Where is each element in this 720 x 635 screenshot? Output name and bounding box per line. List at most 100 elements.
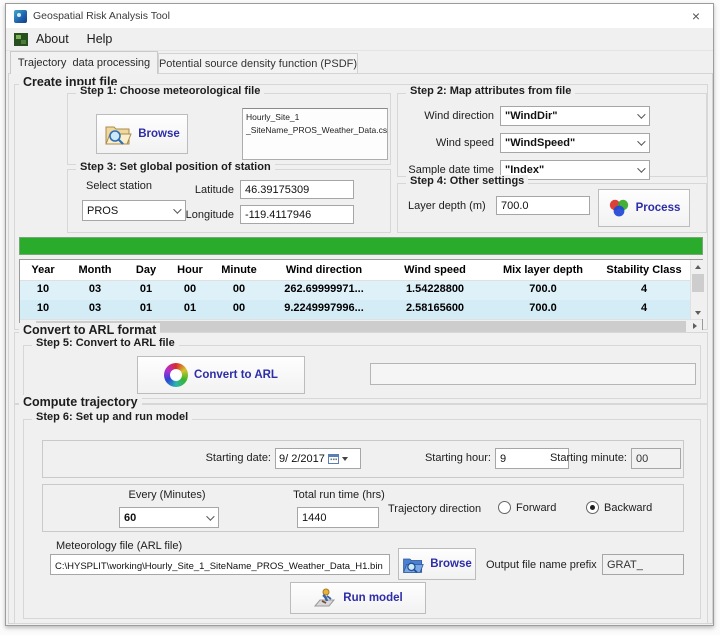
longitude-label: Longitude xyxy=(172,209,234,221)
cell: 03 xyxy=(66,281,124,300)
folder-search-icon xyxy=(104,122,132,146)
calendar-icon xyxy=(328,453,339,464)
run-model-button[interactable]: Run model xyxy=(290,582,426,614)
process-progress-bar xyxy=(19,237,703,255)
every-minutes-combo[interactable]: 60 xyxy=(119,507,219,528)
browse-label: Browse xyxy=(138,128,180,140)
cell: 1.54228800 xyxy=(382,281,488,300)
col-hour: Hour xyxy=(168,260,212,281)
starting-date-label: Starting date: xyxy=(153,452,271,464)
col-stability-class: Stability Class xyxy=(598,260,690,281)
cell: 01 xyxy=(124,281,168,300)
wind-direction-combo[interactable]: "WindDir" xyxy=(500,106,650,126)
tab-strip: Trajectory data processing Potential sou… xyxy=(8,51,711,73)
cell: 2.58165600 xyxy=(382,300,488,319)
browse-arl-button[interactable]: Browse xyxy=(398,548,476,580)
wind-speed-combo[interactable]: "WindSpeed" xyxy=(500,133,650,153)
cell: 01 xyxy=(168,300,212,319)
col-mix-layer-depth: Mix layer depth xyxy=(488,260,598,281)
select-station-label: Select station xyxy=(86,180,152,192)
every-minutes-label: Every (Minutes) xyxy=(101,489,233,501)
latitude-field[interactable] xyxy=(240,180,354,199)
col-wind-speed: Wind speed xyxy=(382,260,488,281)
scroll-up-icon[interactable] xyxy=(691,260,705,273)
vertical-scroll-thumb[interactable] xyxy=(692,274,704,292)
file-line1: Hourly_Site_1 xyxy=(246,111,384,124)
convert-to-arl-button[interactable]: Convert to ARL xyxy=(137,356,305,394)
col-minute: Minute xyxy=(212,260,266,281)
col-day: Day xyxy=(124,260,168,281)
cell: 4 xyxy=(598,300,690,319)
cell: 4 xyxy=(598,281,690,300)
start-time-row: Starting date: 9/ 2/2017 Starting hour: … xyxy=(42,440,684,478)
step6-title: Step 6: Set up and run model xyxy=(32,411,192,423)
starting-minute-label: Starting minute: xyxy=(535,452,627,464)
convert-to-arl-label: Convert to ARL xyxy=(194,369,278,381)
scroll-right-icon[interactable] xyxy=(688,320,702,333)
tab-trajectory-data-processing[interactable]: Trajectory data processing xyxy=(10,51,158,74)
starting-date-value: 9/ 2/2017 xyxy=(279,453,325,465)
cell: 00 xyxy=(212,300,266,319)
close-button[interactable]: × xyxy=(679,4,713,28)
layer-depth-field[interactable] xyxy=(496,196,590,215)
station-combo[interactable]: PROS xyxy=(82,200,186,221)
chevron-down-icon xyxy=(206,512,214,520)
longitude-field[interactable] xyxy=(240,205,354,224)
starting-minute-field[interactable] xyxy=(631,448,681,469)
app-window: Geospatial Risk Analysis Tool × About He… xyxy=(5,3,714,626)
step3-title: Step 3: Set global position of station xyxy=(76,161,275,173)
col-wind-direction: Wind direction xyxy=(266,260,382,281)
window-title: Geospatial Risk Analysis Tool xyxy=(33,10,170,22)
browse-arl-label: Browse xyxy=(430,558,472,570)
menu-help[interactable]: Help xyxy=(85,30,123,48)
output-prefix-field[interactable] xyxy=(602,554,684,575)
chevron-down-icon xyxy=(342,457,348,461)
title-bar: Geospatial Risk Analysis Tool × xyxy=(6,4,713,28)
step6-group: Step 6: Set up and run model Starting da… xyxy=(23,419,701,619)
trajectory-direction-label: Trajectory direction xyxy=(388,503,481,515)
menu-about[interactable]: About xyxy=(34,30,79,48)
step1-group: Step 1: Choose meteorological file Brows… xyxy=(67,93,391,165)
starting-date-picker[interactable]: 9/ 2/2017 xyxy=(275,448,361,469)
met-file-field[interactable] xyxy=(50,554,390,575)
folder-search-icon xyxy=(402,555,424,574)
app-icon xyxy=(14,10,27,23)
radio-backward[interactable]: Backward xyxy=(586,501,652,514)
step1-title: Step 1: Choose meteorological file xyxy=(76,85,264,97)
file-line2: _SiteName_PROS_Weather_Data.csv xyxy=(246,124,384,137)
run-model-label: Run model xyxy=(343,592,402,604)
browse-met-csv-button[interactable]: Browse xyxy=(96,114,188,154)
wind-speed-value: "WindSpeed" xyxy=(505,137,575,149)
wind-direction-value: "WindDir" xyxy=(505,110,558,122)
step5-title: Step 5: Convert to ARL file xyxy=(32,337,179,349)
color-wheel-icon xyxy=(164,363,188,387)
cell: 01 xyxy=(124,300,168,319)
chevron-down-icon xyxy=(637,137,645,145)
col-year: Year xyxy=(20,260,66,281)
step3-group: Step 3: Set global position of station S… xyxy=(67,169,391,233)
convert-progress-bar xyxy=(370,363,696,385)
scroll-down-icon[interactable] xyxy=(691,306,705,319)
radio-icon xyxy=(586,501,599,514)
wind-direction-label: Wind direction xyxy=(398,110,494,122)
chevron-down-icon xyxy=(637,110,645,118)
tab-psdf[interactable]: Potential source density function (PSDF) xyxy=(158,53,358,74)
cell: 00 xyxy=(168,281,212,300)
table-grid: Year Month Day Hour Minute Wind directio… xyxy=(20,260,690,319)
run-model-icon xyxy=(313,587,337,609)
compute-trajectory-group: Compute trajectory Step 6: Set up and ru… xyxy=(14,404,708,624)
col-month: Month xyxy=(66,260,124,281)
cell: 10 xyxy=(20,281,66,300)
step2-group: Step 2: Map attributes from file Wind di… xyxy=(397,93,707,177)
vertical-scrollbar[interactable] xyxy=(690,260,704,319)
met-csv-filename: Hourly_Site_1 _SiteName_PROS_Weather_Dat… xyxy=(242,108,388,160)
compute-trajectory-title: Compute trajectory xyxy=(19,395,142,409)
backward-label: Backward xyxy=(604,502,652,514)
total-run-time-field[interactable] xyxy=(297,507,379,528)
starting-hour-label: Starting hour: xyxy=(399,452,491,464)
menu-bar: About Help xyxy=(6,28,713,51)
process-button[interactable]: Process xyxy=(598,189,690,227)
radio-forward[interactable]: Forward xyxy=(498,501,556,514)
cell: 03 xyxy=(66,300,124,319)
screen: Geospatial Risk Analysis Tool × About He… xyxy=(0,0,720,635)
